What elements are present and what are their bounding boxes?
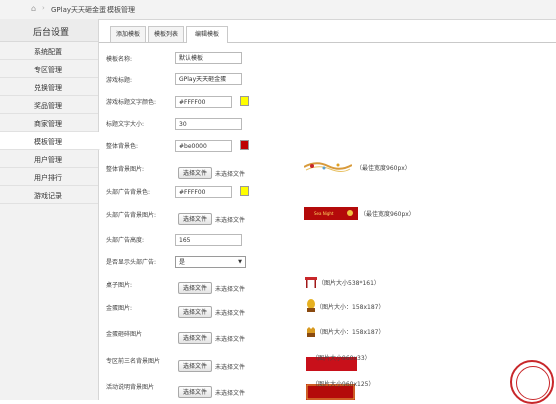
- bg-image-hint: （最佳宽度960px）: [356, 165, 411, 172]
- bg-image-label: 整体背景图片:: [106, 166, 145, 173]
- bg-color-swatch[interactable]: [240, 140, 249, 150]
- title-size-label: 标题文字大小:: [106, 121, 145, 128]
- show-header-label: 是否显示头部广告:: [106, 259, 157, 266]
- sidebar-item-exchange-management[interactable]: 兑换管理: [0, 78, 98, 96]
- svg-text:Sea Night: Sea Night: [314, 211, 334, 216]
- activity-bg-image-file-button[interactable]: 选择文件: [178, 386, 212, 398]
- tab-template-list[interactable]: 模板列表: [148, 26, 184, 42]
- header-bg-image-no-file: 未选择文件: [215, 217, 246, 224]
- watermark-stamp: [510, 360, 554, 404]
- table-image-thumbnail: [305, 276, 317, 288]
- header-height-label: 头部广告高度:: [106, 237, 145, 244]
- title-color-label: 游戏标题文字颜色:: [106, 99, 157, 106]
- home-icon[interactable]: ⌂: [31, 5, 39, 13]
- header-bg-color-field[interactable]: #FFFF00: [175, 186, 232, 198]
- title-color-field[interactable]: #FFFF00: [175, 96, 232, 108]
- bg-image-file-button[interactable]: 选择文件: [178, 167, 212, 179]
- gold-egg-image-hint: （图片大小：158x187）: [316, 304, 385, 311]
- breadcrumb-separator: ›: [99, 4, 102, 12]
- header-bg-image-hint: （最佳宽度960px）: [360, 211, 415, 218]
- header-bg-image-label: 头部广告背景图片:: [106, 212, 157, 219]
- sidebar-item-zone-management[interactable]: 专区管理: [0, 60, 98, 78]
- bg-image-no-file: 未选择文件: [215, 171, 246, 178]
- broken-egg-image-hint: （图片大小：158x187）: [316, 329, 385, 336]
- sidebar-title: 后台设置: [0, 19, 98, 42]
- activity-bg-image-label: 活动说明背景图片: [106, 384, 155, 391]
- breadcrumb-app[interactable]: GPlay天天砸金蛋: [51, 5, 106, 15]
- broken-egg-image-file-button[interactable]: 选择文件: [178, 332, 212, 344]
- top3-bg-image-no-file: 未选择文件: [215, 364, 246, 371]
- breadcrumb-separator: ›: [42, 4, 45, 12]
- title-color-swatch[interactable]: [240, 96, 249, 106]
- table-image-label: 桌子图片:: [106, 282, 133, 289]
- broken-egg-image-label: 金蛋砸碎图片: [106, 331, 143, 338]
- tab-bar: 添加模板 模板列表 编辑模板: [99, 19, 556, 43]
- sidebar-item-user-management[interactable]: 用户管理: [0, 150, 98, 168]
- game-title-label: 游戏标题:: [106, 77, 133, 84]
- main-content: 添加模板 模板列表 编辑模板 模板名称: 默认模板 游戏标题: GPlay天天砸…: [99, 19, 556, 400]
- gold-egg-image-no-file: 未选择文件: [215, 310, 246, 317]
- template-name-field[interactable]: 默认模板: [175, 52, 242, 64]
- sidebar-item-system-config[interactable]: 系统配置: [0, 42, 98, 60]
- breadcrumb-page: 模板管理: [107, 6, 135, 14]
- table-image-no-file: 未选择文件: [215, 286, 246, 293]
- broken-egg-image-no-file: 未选择文件: [215, 336, 246, 343]
- sidebar: 后台设置 系统配置 专区管理 兑换管理 奖品管理 商家管理 模板管理 用户管理 …: [0, 19, 100, 400]
- activity-bg-image-no-file: 未选择文件: [215, 390, 246, 397]
- sidebar-item-template-management[interactable]: 模板管理: [0, 132, 100, 150]
- sidebar-item-game-records[interactable]: 游戏记录: [0, 186, 98, 204]
- gold-egg-image-file-button[interactable]: 选择文件: [178, 306, 212, 318]
- header-bg-color-swatch[interactable]: [240, 186, 249, 196]
- top3-bg-image-hint: （图片大小960x33）: [312, 355, 371, 362]
- game-title-field[interactable]: GPlay天天砸金蛋: [175, 73, 242, 85]
- tab-edit-template[interactable]: 编辑模板: [186, 26, 228, 43]
- title-size-field[interactable]: 30: [175, 118, 242, 130]
- sidebar-item-prize-management[interactable]: 奖品管理: [0, 96, 98, 114]
- top3-bg-image-file-button[interactable]: 选择文件: [178, 360, 212, 372]
- bg-image-thumbnail: [304, 160, 352, 174]
- gold-egg-image-label: 金蛋图片:: [106, 305, 133, 312]
- bg-color-label: 整体背景色:: [106, 143, 139, 150]
- activity-bg-image-hint: （图片大小960x125）: [312, 381, 375, 388]
- header-bg-image-file-button[interactable]: 选择文件: [178, 213, 212, 225]
- tab-add-template[interactable]: 添加模板: [110, 26, 146, 42]
- chevron-down-icon: ▼: [238, 259, 242, 265]
- top3-bg-image-label: 专区前三名背景图片: [106, 358, 161, 365]
- header-height-field[interactable]: 165: [175, 234, 242, 246]
- sidebar-item-user-ranking[interactable]: 用户排行: [0, 168, 98, 186]
- header-bg-image-thumbnail: Sea Night: [304, 207, 358, 220]
- breadcrumb: ⌂ › GPlay天天砸金蛋 › 模板管理: [0, 0, 556, 20]
- template-name-label: 模板名称:: [106, 56, 133, 63]
- sidebar-item-merchant-management[interactable]: 商家管理: [0, 114, 98, 132]
- show-header-select[interactable]: 是 ▼: [175, 256, 246, 268]
- header-bg-color-label: 头部广告背景色:: [106, 189, 151, 196]
- bg-color-field[interactable]: #be0000: [175, 140, 232, 152]
- table-image-file-button[interactable]: 选择文件: [178, 282, 212, 294]
- table-image-hint: （图片大小538*161）: [318, 280, 380, 287]
